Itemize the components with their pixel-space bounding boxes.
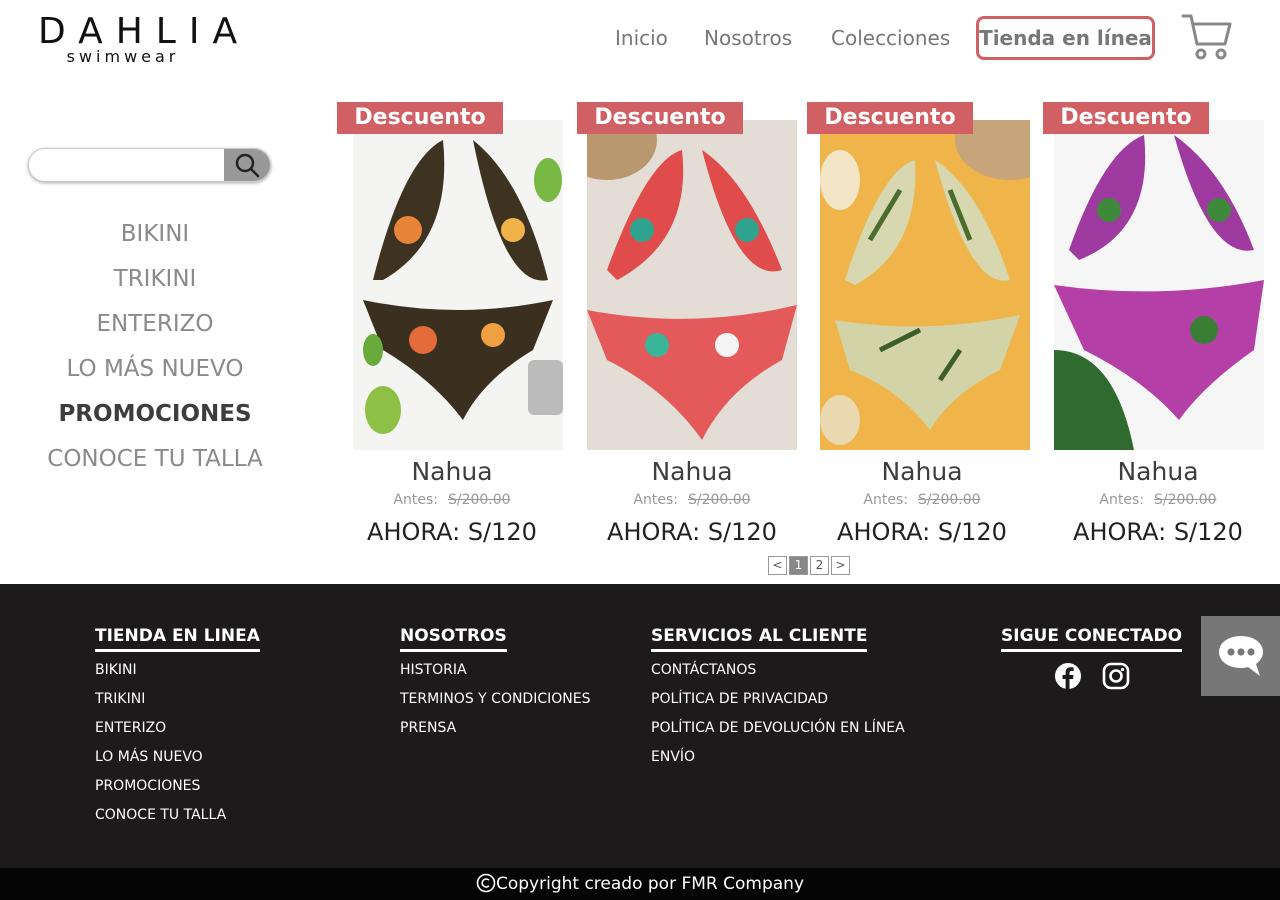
product-name: Nahua <box>411 457 493 486</box>
category-promociones[interactable]: PROMOCIONES <box>30 392 280 437</box>
page-1-button[interactable]: 1 <box>789 556 808 575</box>
nav-nosotros[interactable]: Nosotros <box>704 26 792 50</box>
footer-link-bikini[interactable]: BIKINI <box>95 662 260 681</box>
product-card[interactable]: Descuento Nahua Antes: S/200.00 AHORA: S/… <box>337 102 567 552</box>
product-card[interactable]: Descuento Nahua Antes: S/200.00 AHORA: S/… <box>577 102 807 552</box>
copyright-bar: Copyright creado por FMR Company <box>0 868 1280 900</box>
footer-link-trikini[interactable]: TRIKINI <box>95 691 260 710</box>
category-trikini[interactable]: TRIKINI <box>30 257 280 302</box>
footer-link-terminos[interactable]: TERMINOS Y CONDICIONES <box>400 691 590 710</box>
copyright-text: Copyright creado por FMR Company <box>495 874 805 894</box>
footer-heading: NOSOTROS <box>400 626 507 652</box>
before-label: Antes: <box>633 492 678 508</box>
category-bikini[interactable]: BIKINI <box>30 212 280 257</box>
footer-link-historia[interactable]: HISTORIA <box>400 662 590 681</box>
chat-icon <box>1218 636 1263 676</box>
footer-link-privacidad[interactable]: POLÍTICA DE PRIVACIDAD <box>651 691 905 710</box>
category-enterizo[interactable]: ENTERIZO <box>30 302 280 347</box>
chat-button[interactable] <box>1201 616 1280 696</box>
footer-link-prensa[interactable]: PRENSA <box>400 720 590 739</box>
before-price: S/200.00 <box>1153 492 1217 508</box>
footer-link-contactanos[interactable]: CONTÁCTANOS <box>651 662 905 681</box>
product-now-price: AHORA: S/120 <box>1073 518 1243 546</box>
product-name: Nahua <box>651 457 733 486</box>
copyright-icon <box>476 873 496 893</box>
category-lo-mas-nuevo[interactable]: LO MÁS NUEVO <box>30 347 280 392</box>
product-card[interactable]: Descuento Nahua Antes: S/200.00 AHORA: S/… <box>807 102 1037 552</box>
search-box <box>28 148 271 182</box>
cart-icon[interactable] <box>1181 12 1233 62</box>
footer-col-social: SIGUE CONECTADO <box>1001 626 1183 690</box>
before-price: S/200.00 <box>687 492 751 508</box>
page: DAHLIA swimwear Inicio Nosotros Coleccio… <box>0 0 1280 900</box>
page-next-button[interactable]: > <box>831 556 850 575</box>
product-now-price: AHORA: S/120 <box>837 518 1007 546</box>
footer-col-nosotros: NOSOTROS HISTORIA TERMINOS Y CONDICIONES… <box>400 626 590 739</box>
product-before: Antes: S/200.00 <box>1043 492 1273 508</box>
before-label: Antes: <box>863 492 908 508</box>
nav-colecciones[interactable]: Colecciones <box>831 26 950 50</box>
footer-col-tienda: TIENDA EN LINEA BIKINI TRIKINI ENTERIZO … <box>95 626 260 826</box>
footer-heading: TIENDA EN LINEA <box>95 626 260 652</box>
footer-link-lo-mas-nuevo[interactable]: LO MÁS NUEVO <box>95 749 260 768</box>
footer-heading: SIGUE CONECTADO <box>1001 626 1183 652</box>
discount-badge: Descuento <box>807 102 973 134</box>
footer: TIENDA EN LINEA BIKINI TRIKINI ENTERIZO … <box>0 584 1280 868</box>
product-card[interactable]: Descuento Nahua Antes: S/200.00 AHORA: S/… <box>1043 102 1280 552</box>
search-input[interactable] <box>29 149 226 181</box>
page-2-button[interactable]: 2 <box>810 556 829 575</box>
before-label: Antes: <box>1099 492 1144 508</box>
before-price: S/200.00 <box>917 492 981 508</box>
footer-link-devolucion[interactable]: POLÍTICA DE DEVOLUCIÓN EN LÍNEA <box>651 720 905 739</box>
category-menu: BIKINI TRIKINI ENTERIZO LO MÁS NUEVO PRO… <box>30 212 280 482</box>
logo-sub: swimwear <box>66 47 180 66</box>
product-image[interactable] <box>1054 120 1264 450</box>
product-now-price: AHORA: S/120 <box>367 518 537 546</box>
product-name: Nahua <box>881 457 963 486</box>
footer-link-promociones[interactable]: PROMOCIONES <box>95 778 260 797</box>
instagram-icon[interactable] <box>1102 662 1130 690</box>
facebook-icon[interactable] <box>1054 662 1082 690</box>
footer-link-conoce-tu-talla[interactable]: CONOCE TU TALLA <box>95 807 260 826</box>
category-conoce-tu-talla[interactable]: CONOCE TU TALLA <box>30 437 280 482</box>
discount-badge: Descuento <box>337 102 503 134</box>
footer-link-envio[interactable]: ENVÍO <box>651 749 905 768</box>
logo[interactable]: DAHLIA swimwear <box>28 11 251 66</box>
logo-brand: DAHLIA <box>38 11 251 52</box>
product-before: Antes: S/200.00 <box>577 492 807 508</box>
product-now-price: AHORA: S/120 <box>607 518 777 546</box>
search-icon <box>235 153 260 178</box>
page-prev-button[interactable]: < <box>768 556 787 575</box>
nav-inicio[interactable]: Inicio <box>615 26 668 50</box>
product-image[interactable] <box>587 120 797 450</box>
footer-heading: SERVICIOS AL CLIENTE <box>651 626 868 652</box>
social-links <box>1001 662 1182 690</box>
discount-badge: Descuento <box>1043 102 1209 134</box>
nav-tienda-en-linea[interactable]: Tienda en línea <box>976 16 1155 60</box>
product-before: Antes: S/200.00 <box>807 492 1037 508</box>
footer-link-enterizo[interactable]: ENTERIZO <box>95 720 260 739</box>
footer-col-servicios: SERVICIOS AL CLIENTE CONTÁCTANOS POLÍTIC… <box>651 626 905 768</box>
product-name: Nahua <box>1117 457 1199 486</box>
pagination: < 1 2 > <box>768 556 850 575</box>
product-before: Antes: S/200.00 <box>337 492 567 508</box>
discount-badge: Descuento <box>577 102 743 134</box>
before-label: Antes: <box>393 492 438 508</box>
before-price: S/200.00 <box>447 492 511 508</box>
product-image[interactable] <box>353 120 563 450</box>
search-button[interactable] <box>224 149 270 181</box>
product-image[interactable] <box>820 120 1030 450</box>
